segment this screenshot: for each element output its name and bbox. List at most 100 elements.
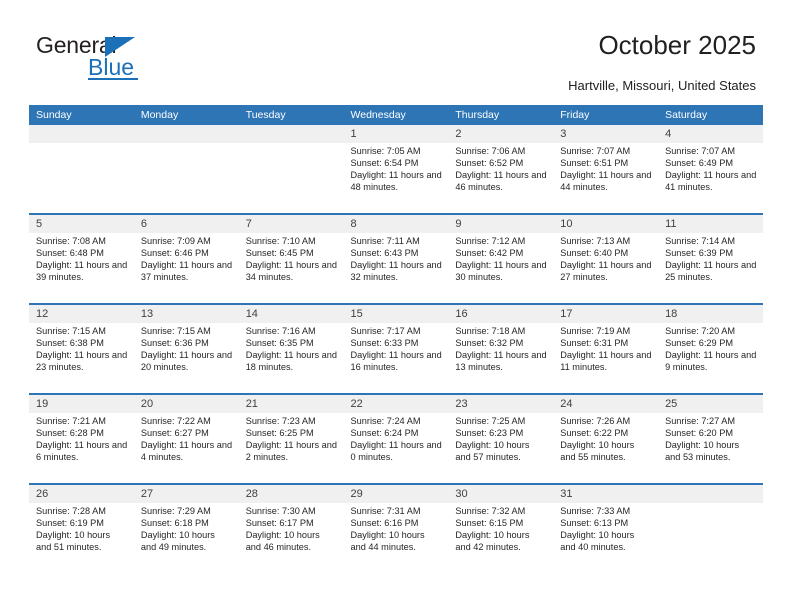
sunset-text: Sunset: 6:42 PM (455, 247, 524, 258)
day-cell[interactable]: Sunrise: 7:15 AM Sunset: 6:36 PM Daylight:… (134, 323, 239, 393)
day-cell[interactable]: Sunrise: 7:22 AM Sunset: 6:27 PM Daylight:… (134, 413, 239, 483)
sunrise-text: Sunrise: 7:25 AM (455, 416, 526, 426)
day-number[interactable]: 29 (344, 485, 449, 503)
day-number[interactable]: 11 (658, 215, 763, 233)
weekday-header-wednesday: Wednesday (350, 109, 406, 121)
day-number[interactable]: 26 (29, 485, 134, 503)
sunrise-text: Sunrise: 7:32 AM (455, 506, 526, 516)
calendar-week-row: 19 20 21 22 23 24 25 Sunrise: 7:21 AM Sunset: 6:… (29, 393, 763, 483)
day-cell[interactable]: Sunrise: 7:08 AM Sunset: 6:48 PM Daylight:… (29, 233, 134, 303)
day-info-row: Sunrise: 7:21 AM Sunset: 6:28 PM Daylight:… (29, 413, 763, 483)
sunset-text: Sunset: 6:13 PM (560, 517, 629, 528)
sunrise-text: Sunrise: 7:06 AM (455, 146, 526, 156)
day-number[interactable]: 16 (448, 305, 553, 323)
sunset-text: Sunset: 6:29 PM (665, 337, 733, 348)
weekday-header-friday: Friday (560, 109, 590, 121)
day-cell[interactable]: Sunrise: 7:18 AM Sunset: 6:32 PM Daylight:… (448, 323, 553, 393)
day-number-row: 26 27 28 29 30 31 (29, 485, 763, 503)
weekday-header-thursday: Thursday (455, 109, 500, 121)
day-number[interactable]: 20 (134, 395, 239, 413)
day-cell[interactable]: Sunrise: 7:24 AM Sunset: 6:24 PM Daylight:… (344, 413, 449, 483)
day-cell[interactable]: Sunrise: 7:19 AM Sunset: 6:31 PM Daylight:… (553, 323, 658, 393)
day-number[interactable]: 24 (553, 395, 658, 413)
sunset-text: Sunset: 6:35 PM (245, 337, 314, 348)
page-header: General Blue October 2025 Hartville, Mis… (0, 0, 792, 104)
day-number[interactable]: 31 (553, 485, 658, 503)
sunrise-text: Sunrise: 7:18 AM (455, 326, 526, 336)
day-number[interactable]: 13 (134, 305, 239, 323)
day-cell[interactable]: Sunrise: 7:15 AM Sunset: 6:38 PM Daylight:… (29, 323, 134, 393)
day-number-row: 12 13 14 15 16 17 18 (29, 305, 763, 323)
day-number[interactable]: 25 (658, 395, 763, 413)
day-cell[interactable]: Sunrise: 7:25 AM Sunset: 6:23 PM Daylight:… (448, 413, 553, 483)
day-cell[interactable]: Sunrise: 7:07 AM Sunset: 6:51 PM Daylight:… (553, 143, 658, 213)
day-number[interactable]: 6 (134, 215, 239, 233)
day-number[interactable]: 10 (553, 215, 658, 233)
day-cell[interactable]: Sunrise: 7:23 AM Sunset: 6:25 PM Daylight:… (239, 413, 344, 483)
day-number[interactable]: 14 (239, 305, 344, 323)
day-number[interactable]: 4 (658, 125, 763, 143)
day-cell[interactable]: Sunrise: 7:17 AM Sunset: 6:33 PM Daylight:… (344, 323, 449, 393)
sunset-text: Sunset: 6:19 PM (36, 517, 104, 528)
day-number[interactable]: 21 (239, 395, 344, 413)
day-cell[interactable]: Sunrise: 7:16 AM Sunset: 6:35 PM Daylight:… (239, 323, 344, 393)
daylight-text: Daylight: 11 hours and 6 minutes. (36, 439, 128, 462)
day-number[interactable]: 9 (448, 215, 553, 233)
sunset-text: Sunset: 6:24 PM (350, 427, 419, 438)
day-cell[interactable]: Sunrise: 7:07 AM Sunset: 6:49 PM Daylight:… (658, 143, 763, 213)
day-number[interactable]: 7 (239, 215, 344, 233)
day-cell[interactable]: Sunrise: 7:11 AM Sunset: 6:43 PM Daylight:… (344, 233, 449, 303)
day-cell[interactable]: Sunrise: 7:30 AM Sunset: 6:17 PM Daylight:… (239, 503, 344, 573)
day-cell[interactable]: Sunrise: 7:29 AM Sunset: 6:18 PM Daylight:… (134, 503, 239, 573)
day-number-empty (239, 125, 344, 143)
day-cell[interactable]: Sunrise: 7:13 AM Sunset: 6:40 PM Daylight:… (553, 233, 658, 303)
day-number[interactable]: 15 (344, 305, 449, 323)
day-cell[interactable]: Sunrise: 7:33 AM Sunset: 6:13 PM Daylight:… (553, 503, 658, 573)
day-number[interactable]: 22 (344, 395, 449, 413)
day-number[interactable]: 2 (448, 125, 553, 143)
day-cell[interactable]: Sunrise: 7:21 AM Sunset: 6:28 PM Daylight:… (29, 413, 134, 483)
sunrise-text: Sunrise: 7:16 AM (245, 326, 316, 336)
sunset-text: Sunset: 6:16 PM (350, 517, 419, 528)
sunset-text: Sunset: 6:39 PM (665, 247, 733, 258)
day-cell[interactable]: Sunrise: 7:20 AM Sunset: 6:29 PM Daylight:… (658, 323, 763, 393)
day-number[interactable]: 17 (553, 305, 658, 323)
sunset-text: Sunset: 6:43 PM (350, 247, 419, 258)
day-number[interactable]: 12 (29, 305, 134, 323)
general-blue-logo[interactable]: General Blue (36, 32, 216, 88)
daylight-text: Daylight: 10 hours and 40 minutes. (560, 529, 635, 552)
daylight-text: Daylight: 11 hours and 9 minutes. (665, 349, 757, 372)
day-number-row: 1234 (29, 125, 763, 143)
day-number[interactable]: 23 (448, 395, 553, 413)
day-number[interactable]: 19 (29, 395, 134, 413)
sunrise-text: Sunrise: 7:09 AM (140, 236, 211, 246)
daylight-text: Daylight: 11 hours and 16 minutes. (350, 349, 442, 372)
day-cell[interactable]: Sunrise: 7:05 AM Sunset: 6:54 PM Daylight:… (344, 143, 449, 213)
day-cell[interactable]: Sunrise: 7:14 AM Sunset: 6:39 PM Daylight:… (658, 233, 763, 303)
day-cell[interactable]: Sunrise: 7:31 AM Sunset: 6:16 PM Daylight:… (344, 503, 449, 573)
day-cell[interactable]: Sunrise: 7:27 AM Sunset: 6:20 PM Daylight:… (658, 413, 763, 483)
weekday-header-monday: Monday (140, 109, 179, 121)
day-cell[interactable]: Sunrise: 7:32 AM Sunset: 6:15 PM Daylight:… (448, 503, 553, 573)
day-number[interactable]: 5 (29, 215, 134, 233)
daylight-text: Daylight: 11 hours and 34 minutes. (245, 259, 337, 282)
day-number[interactable]: 18 (658, 305, 763, 323)
day-number-empty (29, 125, 134, 143)
day-number[interactable]: 3 (553, 125, 658, 143)
day-number[interactable]: 30 (448, 485, 553, 503)
day-number[interactable]: 28 (239, 485, 344, 503)
day-number[interactable]: 1 (344, 125, 449, 143)
day-cell[interactable]: Sunrise: 7:10 AM Sunset: 6:45 PM Daylight:… (239, 233, 344, 303)
sunset-text: Sunset: 6:20 PM (665, 427, 733, 438)
day-cell[interactable]: Sunrise: 7:06 AM Sunset: 6:52 PM Daylight:… (448, 143, 553, 213)
daylight-text: Daylight: 10 hours and 42 minutes. (455, 529, 530, 552)
day-cell[interactable]: Sunrise: 7:09 AM Sunset: 6:46 PM Daylight:… (134, 233, 239, 303)
day-number[interactable]: 27 (134, 485, 239, 503)
day-cell[interactable]: Sunrise: 7:26 AM Sunset: 6:22 PM Daylight:… (553, 413, 658, 483)
day-number[interactable]: 8 (344, 215, 449, 233)
day-cell[interactable]: Sunrise: 7:28 AM Sunset: 6:19 PM Daylight:… (29, 503, 134, 573)
sunrise-text: Sunrise: 7:19 AM (560, 326, 631, 336)
day-cell[interactable]: Sunrise: 7:12 AM Sunset: 6:42 PM Daylight:… (448, 233, 553, 303)
daylight-text: Daylight: 11 hours and 39 minutes. (36, 259, 128, 282)
sunset-text: Sunset: 6:52 PM (455, 157, 524, 168)
